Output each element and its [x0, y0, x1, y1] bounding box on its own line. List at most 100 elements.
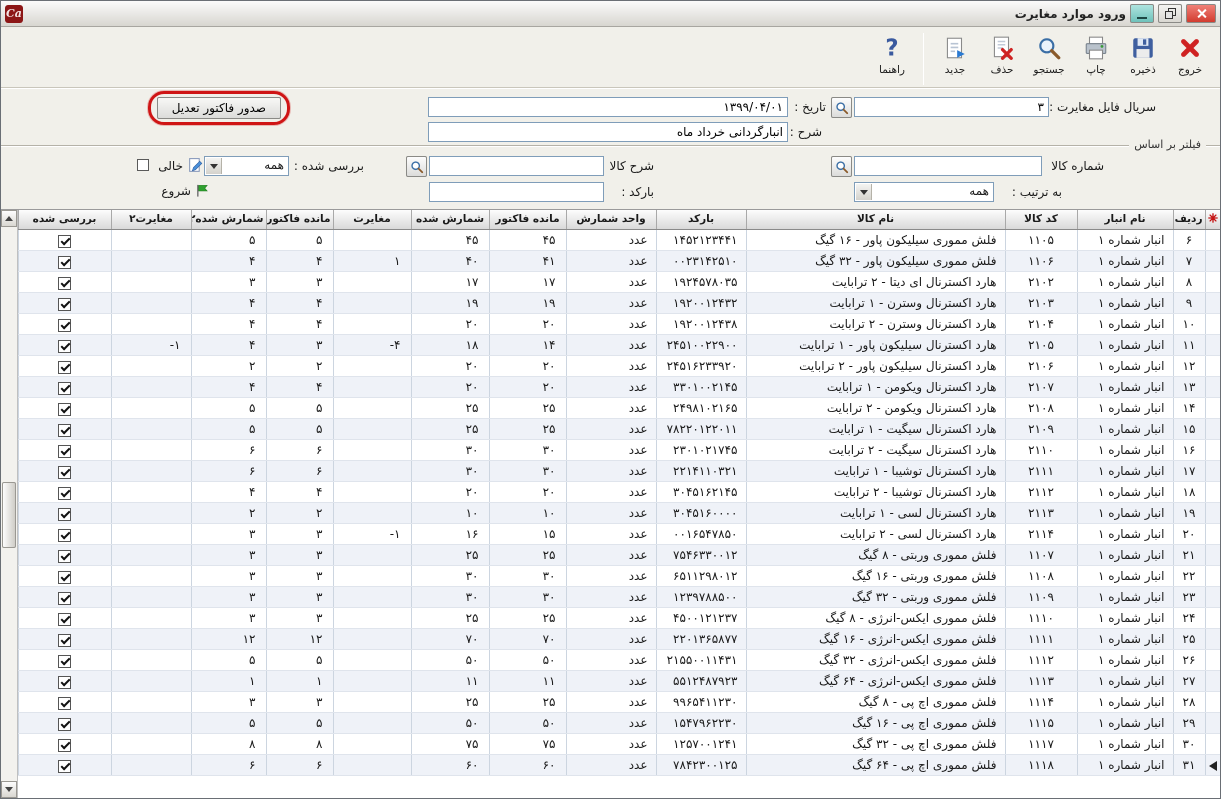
- cell-reviewed[interactable]: [18, 670, 111, 691]
- table-row[interactable]: ۶ انبار شماره ۱ ۱۱۰۵ فلش مموری سیلیکون پ…: [18, 229, 1220, 250]
- reviewed-checkbox[interactable]: [58, 235, 71, 248]
- reviewed-checkbox[interactable]: [58, 697, 71, 710]
- cell-reviewed[interactable]: [18, 355, 111, 376]
- help-button[interactable]: ? راهنما: [870, 31, 914, 79]
- table-row[interactable]: ۷ انبار شماره ۱ ۱۱۰۶ فلش مموری سیلیکون پ…: [18, 250, 1220, 271]
- combo-arrow-button[interactable]: [856, 184, 872, 200]
- cell-reviewed[interactable]: [18, 376, 111, 397]
- reviewed-checkbox[interactable]: [58, 466, 71, 479]
- description-input[interactable]: [428, 122, 788, 142]
- delete-button[interactable]: حذف: [980, 31, 1024, 79]
- cell-reviewed[interactable]: [18, 691, 111, 712]
- cell-reviewed[interactable]: [18, 754, 111, 775]
- reviewed-checkbox[interactable]: [58, 676, 71, 689]
- cell-reviewed[interactable]: [18, 523, 111, 544]
- reviewed-checkbox[interactable]: [58, 445, 71, 458]
- table-row[interactable]: ۲۶ انبار شماره ۱ ۱۱۱۲ فلش مموری ایکس-انر…: [18, 649, 1220, 670]
- item-number-input[interactable]: [854, 156, 1042, 176]
- cell-reviewed[interactable]: [18, 439, 111, 460]
- cell-reviewed[interactable]: [18, 418, 111, 439]
- vertical-scrollbar[interactable]: [1, 210, 18, 798]
- reviewed-checkbox[interactable]: [58, 529, 71, 542]
- cell-reviewed[interactable]: [18, 313, 111, 334]
- empty-checkbox[interactable]: [137, 159, 149, 171]
- serial-search-button[interactable]: [831, 97, 852, 118]
- header-discrepancy2[interactable]: مغایرت۲: [111, 210, 191, 229]
- header-store-name[interactable]: نام انبار: [1077, 210, 1173, 229]
- cell-reviewed[interactable]: [18, 502, 111, 523]
- reviewed-checkbox[interactable]: [58, 739, 71, 752]
- barcode-input[interactable]: [429, 182, 604, 202]
- header-invoice-balance2[interactable]: مانده فاکتور۲: [266, 210, 333, 229]
- header-row-number[interactable]: ردیف: [1173, 210, 1205, 229]
- reviewed-checkbox[interactable]: [58, 298, 71, 311]
- serial-input[interactable]: [854, 97, 1049, 117]
- table-row[interactable]: ۱۷ انبار شماره ۱ ۲۱۱۱ هارد اکسترنال توشی…: [18, 460, 1220, 481]
- table-row[interactable]: ۲۵ انبار شماره ۱ ۱۱۱۱ فلش مموری ایکس-انر…: [18, 628, 1220, 649]
- reviewed-checkbox[interactable]: [58, 319, 71, 332]
- restore-button[interactable]: [1158, 4, 1182, 23]
- reviewed-checkbox[interactable]: [58, 718, 71, 731]
- header-item-code[interactable]: کد کالا: [1005, 210, 1077, 229]
- reviewed-checkbox[interactable]: [58, 403, 71, 416]
- table-row[interactable]: ۳۱ انبار شماره ۱ ۱۱۱۸ فلش مموری اچ پی - …: [18, 754, 1220, 775]
- reviewed-checkbox[interactable]: [58, 256, 71, 269]
- table-row[interactable]: ۲۳ انبار شماره ۱ ۱۱۰۹ فلش مموری وربتی - …: [18, 586, 1220, 607]
- cell-reviewed[interactable]: [18, 229, 111, 250]
- header-item-name[interactable]: نام کالا: [746, 210, 1005, 229]
- search-button[interactable]: جستجو: [1027, 31, 1071, 79]
- reviewed-checkbox[interactable]: [58, 361, 71, 374]
- save-button[interactable]: ذخیره: [1121, 31, 1165, 79]
- table-row[interactable]: ۱۱ انبار شماره ۱ ۲۱۰۵ هارد اکسترنال سیلی…: [18, 334, 1220, 355]
- reviewed-checkbox[interactable]: [58, 571, 71, 584]
- table-row[interactable]: ۱۴ انبار شماره ۱ ۲۱۰۸ هارد اکسترنال ویکو…: [18, 397, 1220, 418]
- item-desc-input[interactable]: [429, 156, 604, 176]
- header-counted2[interactable]: شمارش شده۲: [191, 210, 266, 229]
- table-row[interactable]: ۲۹ انبار شماره ۱ ۱۱۱۵ فلش مموری اچ پی - …: [18, 712, 1220, 733]
- table-row[interactable]: ۱۸ انبار شماره ۱ ۲۱۱۲ هارد اکسترنال توشی…: [18, 481, 1220, 502]
- start-button[interactable]: شروع: [161, 183, 210, 198]
- grid-options-header[interactable]: [1205, 210, 1220, 229]
- header-invoice-balance[interactable]: مانده فاکتور: [489, 210, 566, 229]
- reviewed-checkbox[interactable]: [58, 592, 71, 605]
- table-row[interactable]: ۲۲ انبار شماره ۱ ۱۱۰۸ فلش مموری وربتی - …: [18, 565, 1220, 586]
- reviewed-checkbox[interactable]: [58, 340, 71, 353]
- table-row[interactable]: ۱۰ انبار شماره ۱ ۲۱۰۴ هارد اکسترنال وستر…: [18, 313, 1220, 334]
- reviewed-checkbox[interactable]: [58, 382, 71, 395]
- cell-reviewed[interactable]: [18, 271, 111, 292]
- table-row[interactable]: ۲۱ انبار شماره ۱ ۱۱۰۷ فلش مموری وربتی - …: [18, 544, 1220, 565]
- header-reviewed[interactable]: بررسی شده: [18, 210, 111, 229]
- cell-reviewed[interactable]: [18, 733, 111, 754]
- reviewed-checkbox[interactable]: [58, 424, 71, 437]
- item-number-search-button[interactable]: [831, 156, 852, 177]
- header-unit[interactable]: واحد شمارش: [566, 210, 656, 229]
- cell-reviewed[interactable]: [18, 628, 111, 649]
- cell-reviewed[interactable]: [18, 334, 111, 355]
- scrollbar-thumb[interactable]: [2, 482, 16, 548]
- header-counted[interactable]: شمارش شده: [411, 210, 489, 229]
- minimize-button[interactable]: [1130, 4, 1154, 23]
- reviewed-checkbox[interactable]: [58, 613, 71, 626]
- reviewed-checkbox[interactable]: [58, 655, 71, 668]
- cell-reviewed[interactable]: [18, 481, 111, 502]
- item-desc-search-button[interactable]: [406, 156, 427, 177]
- cell-reviewed[interactable]: [18, 712, 111, 733]
- print-button[interactable]: چاپ: [1074, 31, 1118, 79]
- reviewed-checkbox[interactable]: [58, 760, 71, 773]
- new-button[interactable]: جدید: [933, 31, 977, 79]
- table-row[interactable]: ۱۲ انبار شماره ۱ ۲۱۰۶ هارد اکسترنال سیلی…: [18, 355, 1220, 376]
- cell-reviewed[interactable]: [18, 397, 111, 418]
- reviewed-checkbox[interactable]: [58, 487, 71, 500]
- cell-reviewed[interactable]: [18, 565, 111, 586]
- table-row[interactable]: ۱۳ انبار شماره ۱ ۲۱۰۷ هارد اکسترنال ویکو…: [18, 376, 1220, 397]
- cell-reviewed[interactable]: [18, 649, 111, 670]
- table-row[interactable]: ۲۸ انبار شماره ۱ ۱۱۱۴ فلش مموری اچ پی - …: [18, 691, 1220, 712]
- table-row[interactable]: ۲۰ انبار شماره ۱ ۲۱۱۴ هارد اکسترنال لسی …: [18, 523, 1220, 544]
- cell-reviewed[interactable]: [18, 292, 111, 313]
- cell-reviewed[interactable]: [18, 586, 111, 607]
- scroll-up-button[interactable]: [1, 210, 17, 227]
- scroll-down-button[interactable]: [1, 781, 17, 798]
- exit-button[interactable]: خروج: [1168, 31, 1212, 79]
- header-barcode[interactable]: بارکد: [656, 210, 746, 229]
- close-button[interactable]: [1186, 4, 1216, 23]
